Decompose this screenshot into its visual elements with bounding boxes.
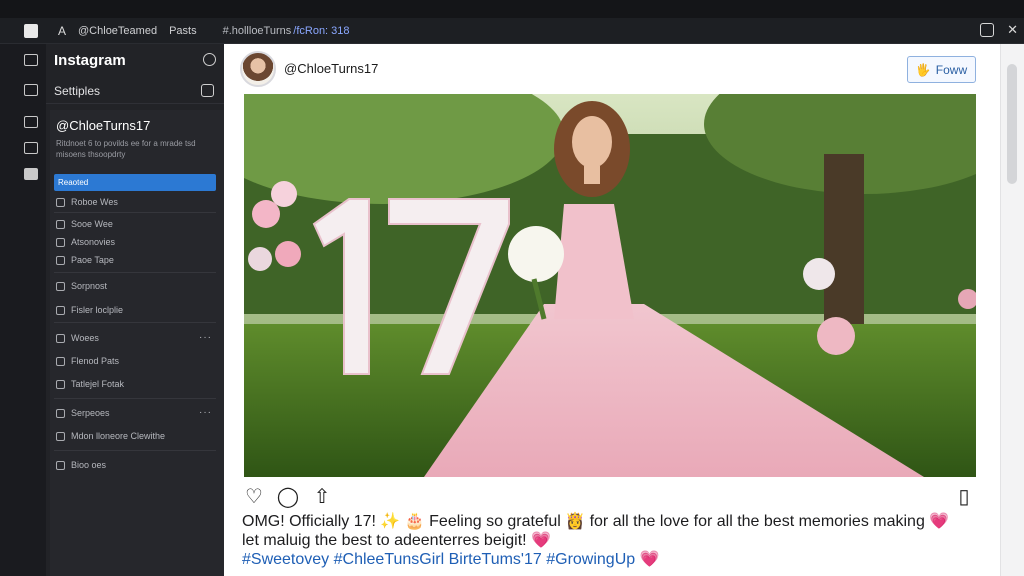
shield-icon[interactable] <box>201 84 214 97</box>
item-icon <box>56 281 65 291</box>
sidebar-item-label: Roboe Wes <box>71 197 118 207</box>
divider <box>54 450 216 451</box>
sidebar-header: Instagram <box>46 44 224 76</box>
caption-line-2: let maluig the best to adeenterres beigi… <box>242 532 551 549</box>
sidebar-item-label: Mdon lloneore Clewithe <box>71 431 166 441</box>
posts-link[interactable]: Pasts <box>169 25 197 37</box>
refresh-icon[interactable] <box>203 53 216 66</box>
sidebar-item-label: Flenod Pats <box>71 356 120 366</box>
post-view: @ChloeTurns17 🖐 Foww ♡ ◯ ⇧ ▯ OMG! Offici… <box>224 44 1024 576</box>
divider <box>54 212 216 213</box>
inbox-icon[interactable] <box>24 168 38 180</box>
item-icon <box>56 237 65 247</box>
item-icon <box>56 197 65 207</box>
follow-label: Foww <box>935 62 968 77</box>
settings-label: Settiples <box>54 83 101 98</box>
sidebar-item[interactable]: Tatlejel Fotak <box>56 376 216 392</box>
sidebar-item[interactable]: Paoe Tape <box>56 252 216 268</box>
sidebar-item[interactable]: Flenod Pats <box>56 353 216 369</box>
comment-icon[interactable]: ◯ <box>276 486 300 508</box>
post-header: @ChloeTurns17 🖐 Foww <box>224 44 1000 94</box>
more-icon[interactable]: ··· <box>199 405 212 421</box>
window-icon[interactable] <box>24 23 38 38</box>
hashtags[interactable]: #Sweetovey #ChleeTunsGirl BirteTums'17 #… <box>242 550 1002 569</box>
title-bar: A @ChloeTeamed Pasts #.hollloeTurns /fcR… <box>0 18 1024 44</box>
sidebar-item[interactable]: Serpeoes ··· <box>56 405 216 421</box>
divider <box>54 322 216 323</box>
app-title: Instagram <box>54 51 126 69</box>
sidebar-item[interactable]: Woees ··· <box>56 330 216 346</box>
sidebar-item-label: Paoe Tape <box>71 255 114 265</box>
item-icon <box>56 305 65 315</box>
sidebar-item-selected[interactable]: Reaoted <box>54 174 216 191</box>
extension-icon[interactable] <box>980 23 994 37</box>
app-window: A @ChloeTeamed Pasts #.hollloeTurns /fcR… <box>0 0 1024 576</box>
browser-glyph: A <box>58 23 67 38</box>
sidebar-item-label: Serpeoes <box>71 408 110 418</box>
like-icon[interactable]: ♡ <box>242 486 266 508</box>
grid-icon[interactable] <box>24 116 38 128</box>
scroll-thumb[interactable] <box>1007 64 1017 184</box>
account-label[interactable]: @ChloeTeamed <box>78 25 157 37</box>
sidebar-item-label: Bioo oes <box>71 460 107 470</box>
sidebar-item[interactable]: Sooe Wee <box>56 216 216 232</box>
profile-description: Ritdnoet 6 to povilds ee for a mrade tsd… <box>56 139 196 159</box>
follow-icon: 🖐 <box>915 62 931 77</box>
breadcrumb-path: /fcRon: 318 <box>293 24 350 37</box>
sidebar-item-label: Atsonovies <box>71 237 116 247</box>
sidebar: Instagram Settiples @ChloeTurns17 Ritdno… <box>46 44 224 576</box>
sidebar-item[interactable]: Mdon lloneore Clewithe <box>56 428 216 444</box>
calendar-icon[interactable] <box>24 142 38 154</box>
post-photo[interactable] <box>244 94 976 477</box>
profile-name: @ChloeTurns17 <box>56 118 151 133</box>
item-icon <box>56 356 65 366</box>
caption-line-1: OMG! Officially 17! ✨ 🎂 Feeling so grate… <box>242 513 950 530</box>
follow-button[interactable]: 🖐 Foww <box>907 56 976 83</box>
item-icon <box>56 431 65 441</box>
sidebar-item-label: Woees <box>71 333 99 343</box>
left-rail <box>0 44 46 576</box>
sidebar-item-label: Sooe Wee <box>71 219 113 229</box>
sidebar-item[interactable]: Fisler loclplie <box>56 302 216 318</box>
post-handle[interactable]: @ChloeTurns17 <box>284 61 378 76</box>
item-icon <box>56 333 65 343</box>
sidebar-item-label: Tatlejel Fotak <box>71 379 125 389</box>
sidebar-item-label: Sorpnost <box>71 281 108 291</box>
item-icon <box>56 408 65 418</box>
more-icon[interactable]: ··· <box>199 330 212 346</box>
sidebar-item[interactable]: Roboe Wes <box>56 194 216 210</box>
close-icon[interactable]: ✕ <box>1007 22 1018 38</box>
avatar[interactable] <box>240 51 276 87</box>
item-icon <box>56 255 65 265</box>
post-caption: OMG! Officially 17! ✨ 🎂 Feeling so grate… <box>242 512 1002 569</box>
post-actions: ♡ ◯ ⇧ ▯ <box>242 486 976 510</box>
sidebar-item-label: Fisler loclplie <box>71 305 124 315</box>
sidebar-item[interactable]: Atsonovies <box>56 234 216 250</box>
item-icon <box>56 219 65 229</box>
share-icon[interactable]: ⇧ <box>310 486 334 508</box>
sidebar-item[interactable]: Sorpnost <box>56 278 216 294</box>
bookmark-icon[interactable]: ▯ <box>952 486 976 508</box>
item-icon <box>56 460 65 470</box>
item-icon <box>56 379 65 389</box>
breadcrumb[interactable]: #.hollloeTurns <box>223 25 292 37</box>
scrollbar[interactable] <box>1000 44 1024 576</box>
sidebar-item[interactable]: Bioo oes <box>56 457 216 473</box>
divider <box>54 272 216 273</box>
divider <box>54 398 216 399</box>
settings-row[interactable]: Settiples <box>46 78 224 104</box>
post-image <box>244 94 976 477</box>
profile-panel: @ChloeTurns17 Ritdnoet 6 to povilds ee f… <box>50 110 224 576</box>
home-icon[interactable] <box>24 54 38 66</box>
menu-icon[interactable] <box>24 84 38 96</box>
